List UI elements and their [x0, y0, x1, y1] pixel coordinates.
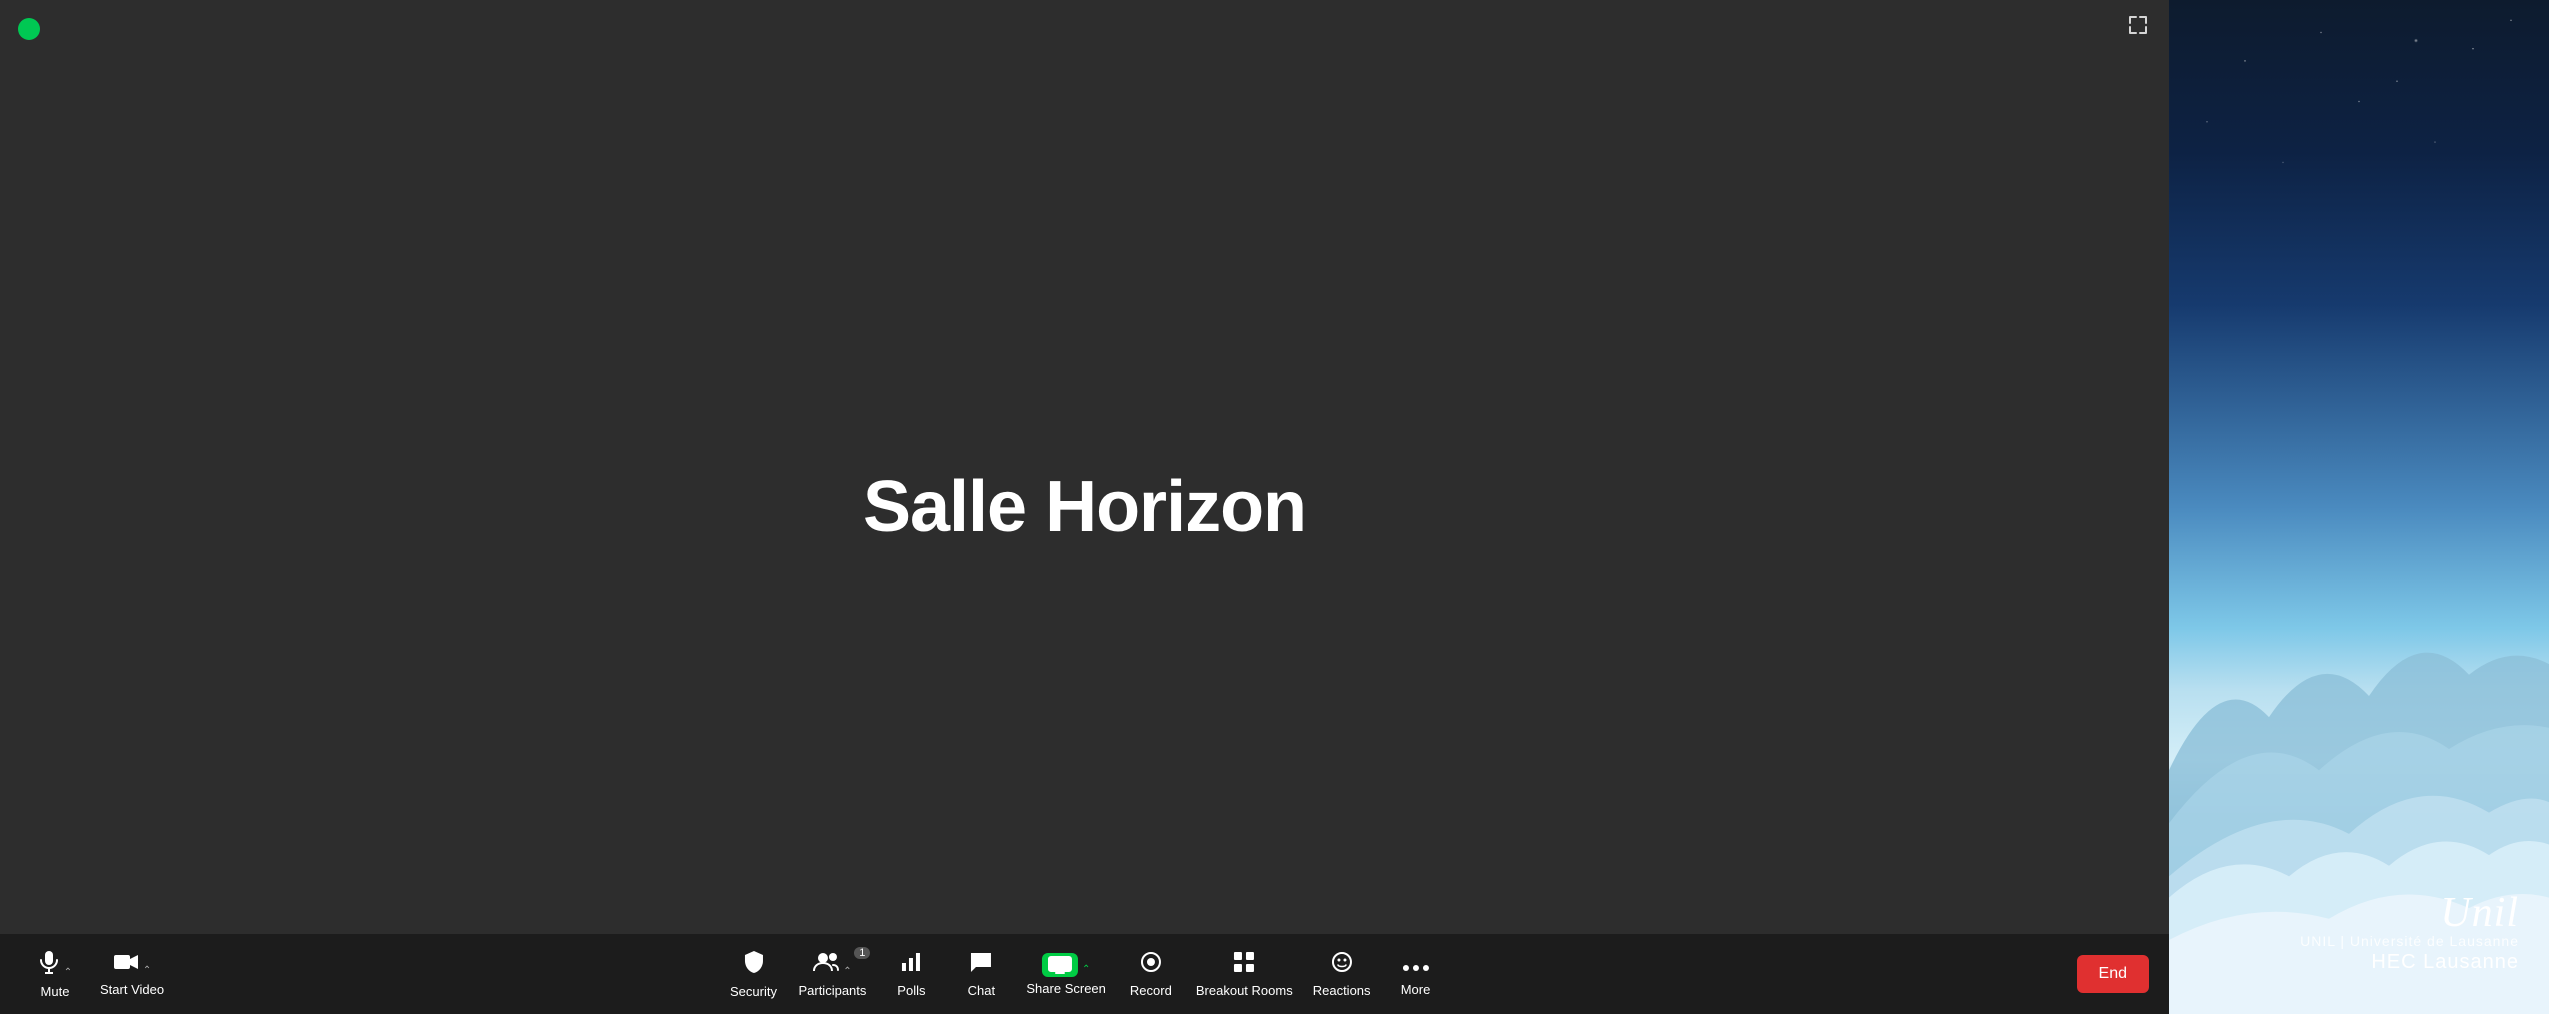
- grid-icon: [1233, 951, 1255, 979]
- toolbar: ⌃ Mute ⌃ Start Vi: [0, 934, 2169, 1014]
- chat-label: Chat: [968, 983, 995, 998]
- toolbar-right: End: [2057, 955, 2149, 993]
- reactions-label: Reactions: [1313, 983, 1371, 998]
- video-icon: [113, 952, 139, 978]
- toolbar-left: ⌃ Mute ⌃ Start Vi: [20, 942, 174, 1007]
- share-screen-icon: [1042, 953, 1078, 977]
- participants-chevron-icon[interactable]: ⌃: [843, 966, 851, 977]
- app-container: Salle Horizon ⌃: [0, 0, 2549, 1014]
- mute-button[interactable]: ⌃ Mute: [20, 942, 90, 1007]
- shield-icon: [742, 950, 764, 980]
- share-screen-button[interactable]: ⌃ Share Screen: [1016, 945, 1116, 1004]
- share-screen-chevron-icon[interactable]: ⌃: [1082, 964, 1090, 975]
- logo-area: Unil UNIL | Université de Lausanne HEC L…: [2300, 889, 2519, 974]
- main-video-area: Salle Horizon ⌃: [0, 0, 2169, 1014]
- more-label: More: [1401, 982, 1431, 997]
- record-button[interactable]: Record: [1116, 943, 1186, 1006]
- polls-label: Polls: [897, 983, 925, 998]
- green-dot-indicator: [18, 18, 40, 40]
- breakout-rooms-label: Breakout Rooms: [1196, 983, 1293, 998]
- security-label: Security: [730, 984, 777, 999]
- expand-icon[interactable]: [2127, 14, 2149, 42]
- security-button[interactable]: Security: [718, 942, 788, 1007]
- mute-chevron-icon[interactable]: ⌃: [64, 967, 72, 978]
- mute-label: Mute: [41, 984, 70, 999]
- end-button[interactable]: End: [2077, 955, 2149, 993]
- video-chevron-icon[interactable]: ⌃: [143, 965, 151, 976]
- participants-count-badge: 1: [854, 947, 870, 959]
- people-icon: [813, 951, 839, 979]
- participants-button[interactable]: 1 ⌃ Participants: [788, 943, 876, 1006]
- chat-button[interactable]: Chat: [946, 943, 1016, 1006]
- side-panel: Unil UNIL | Université de Lausanne HEC L…: [2169, 0, 2549, 1014]
- mic-icon: [38, 950, 60, 980]
- unil-logo: Unil: [2300, 889, 2519, 937]
- toolbar-center: Security 1 ⌃: [718, 942, 1450, 1007]
- polls-button[interactable]: Polls: [876, 943, 946, 1006]
- hec-logo: HEC Lausanne: [2300, 951, 2519, 974]
- record-icon: [1140, 951, 1162, 979]
- record-label: Record: [1130, 983, 1172, 998]
- poll-icon: [900, 951, 922, 979]
- start-video-button[interactable]: ⌃ Start Video: [90, 944, 174, 1005]
- start-video-label: Start Video: [100, 982, 164, 997]
- more-button[interactable]: More: [1381, 944, 1451, 1005]
- more-icon: [1403, 952, 1429, 978]
- room-title: Salle Horizon: [863, 466, 1306, 548]
- participants-label: Participants: [798, 983, 866, 998]
- chat-icon: [969, 951, 993, 979]
- side-panel-stars: [2169, 0, 2549, 406]
- emoji-icon: [1331, 951, 1353, 979]
- breakout-rooms-button[interactable]: Breakout Rooms: [1186, 943, 1303, 1006]
- share-screen-label: Share Screen: [1026, 981, 1106, 996]
- unil-subtitle: UNIL | Université de Lausanne: [2300, 933, 2519, 949]
- reactions-button[interactable]: Reactions: [1303, 943, 1381, 1006]
